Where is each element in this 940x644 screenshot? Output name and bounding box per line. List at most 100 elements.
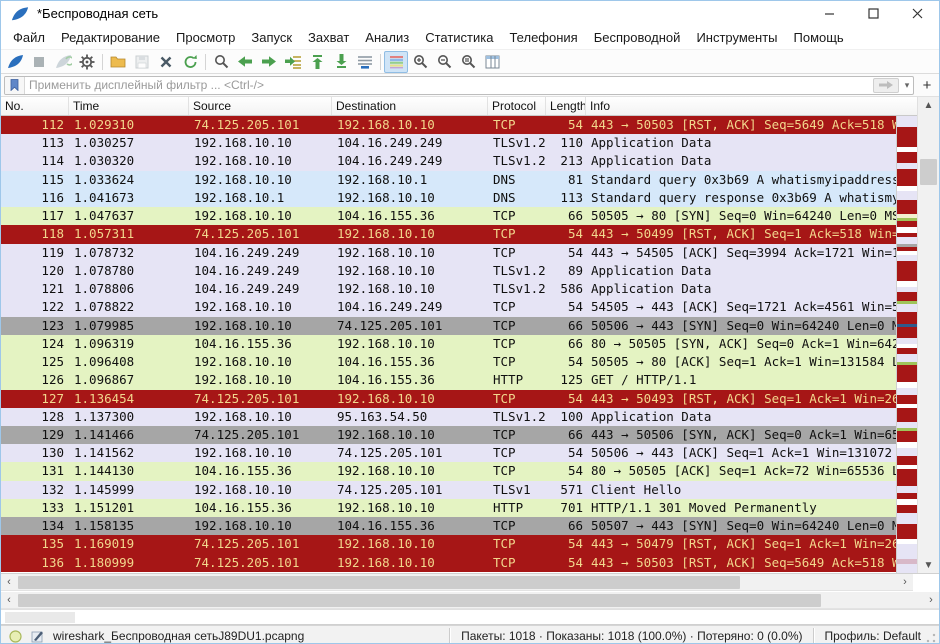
packet-row-116[interactable]: 1161.041673192.168.10.1192.168.10.10DNS1… [1,189,939,207]
packet-row-134[interactable]: 1341.158135192.168.10.10104.16.155.36TCP… [1,517,939,535]
menu-item-8[interactable]: Телефония [501,27,585,48]
go-to-packet-button[interactable] [281,51,305,73]
column-header-info[interactable]: Info [586,97,939,115]
find-packet-button[interactable] [209,51,233,73]
packet-list-pane: No.TimeSourceDestinationProtocolLengthIn… [1,97,939,574]
column-header-destination[interactable]: Destination [332,97,488,115]
packet-row-114[interactable]: 1141.030320192.168.10.10104.16.249.249TL… [1,152,939,170]
menu-item-11[interactable]: Помощь [786,27,852,48]
menu-item-5[interactable]: Захват [300,27,357,48]
packet-row-133[interactable]: 1331.151201104.16.155.36192.168.10.10HTT… [1,499,939,517]
vertical-scrollbar[interactable]: ▲ ▼ [917,97,939,573]
resize-columns-button[interactable] [480,51,504,73]
auto-scroll-button[interactable] [353,51,377,73]
menu-item-1[interactable]: Файл [5,27,53,48]
zoom-in-button[interactable] [408,51,432,73]
menu-item-6[interactable]: Анализ [357,27,417,48]
filter-bookmark-icon[interactable] [5,77,25,94]
packet-list-hscrollbar[interactable]: ‹ › [1,574,913,591]
packet-row-135[interactable]: 1351.16901974.125.205.101192.168.10.10TC… [1,535,939,553]
filter-dropdown-button[interactable]: ▾ [901,77,913,94]
column-header-length[interactable]: Length [546,97,586,115]
go-back-button[interactable] [233,51,257,73]
find-packet-icon [214,54,229,69]
packet-row-124[interactable]: 1241.096319104.16.155.36192.168.10.10TCP… [1,335,939,353]
close-file-button[interactable] [154,51,178,73]
maximize-button[interactable] [851,1,895,26]
packet-row-123[interactable]: 1231.079985192.168.10.1074.125.205.101TC… [1,317,939,335]
column-header-time[interactable]: Time [69,97,189,115]
packet-src-cell: 192.168.10.10 [189,481,332,499]
capture-options-button[interactable] [75,51,99,73]
close-button[interactable] [895,1,939,26]
packet-row-129[interactable]: 1291.14146674.125.205.101192.168.10.10TC… [1,426,939,444]
packet-row-136[interactable]: 1361.18099974.125.205.101192.168.10.10TC… [1,554,939,572]
menu-item-10[interactable]: Инструменты [688,27,785,48]
packet-len-cell: 54 [546,462,586,480]
secondary-hscrollbar[interactable]: ‹ › [1,592,939,609]
packet-info-cell: 443 → 54505 [ACK] Seq=3994 Ack=1721 Win=… [586,244,939,262]
hscroll-left-arrow-icon[interactable]: ‹ [1,574,17,590]
minimap-stripe [897,544,917,558]
profile-label[interactable]: Профиль: Default [815,629,926,643]
packet-row-121[interactable]: 1211.078806104.16.249.249192.168.10.10TL… [1,280,939,298]
packet-no-cell: 124 [1,335,69,353]
hscroll2-right-arrow-icon[interactable]: › [923,592,939,608]
hscroll-right-arrow-icon[interactable]: › [897,574,913,590]
menu-item-2[interactable]: Редактирование [53,27,168,48]
packet-row-132[interactable]: 1321.145999192.168.10.1074.125.205.101TL… [1,481,939,499]
packet-row-122[interactable]: 1221.078822192.168.10.10104.16.249.249TC… [1,298,939,316]
start-capture-button[interactable] [3,51,27,73]
packet-row-118[interactable]: 1181.05731174.125.205.101192.168.10.10TC… [1,225,939,243]
column-header-protocol[interactable]: Protocol [488,97,546,115]
hscroll2-left-arrow-icon[interactable]: ‹ [1,592,17,608]
packet-row-117[interactable]: 1171.047637192.168.10.10104.16.155.36TCP… [1,207,939,225]
menu-item-4[interactable]: Запуск [243,27,300,48]
go-last-packet-button[interactable] [329,51,353,73]
column-header-source[interactable]: Source [189,97,332,115]
restart-capture-button[interactable] [51,51,75,73]
reload-file-button[interactable] [178,51,202,73]
menu-item-7[interactable]: Статистика [417,27,501,48]
packet-proto-cell: DNS [488,171,546,189]
packet-proto-cell: TCP [488,426,546,444]
menu-item-3[interactable]: Просмотр [168,27,243,48]
packet-row-131[interactable]: 1311.144130104.16.155.36192.168.10.10TCP… [1,462,939,480]
colorize-packets-button[interactable] [384,51,408,73]
menu-item-9[interactable]: Беспроводной [586,27,689,48]
go-forward-button[interactable] [257,51,281,73]
go-first-packet-button[interactable] [305,51,329,73]
minimap-stripe [897,312,917,323]
packet-minimap-scrollbar[interactable] [896,116,917,573]
hscroll-thumb[interactable] [18,576,740,589]
packet-row-113[interactable]: 1131.030257192.168.10.10104.16.249.249TL… [1,134,939,152]
open-file-button[interactable] [106,51,130,73]
minimize-button[interactable] [807,1,851,26]
packet-row-127[interactable]: 1271.13645474.125.205.101192.168.10.10TC… [1,390,939,408]
filter-add-button[interactable]: + [918,76,936,95]
close-file-icon [159,55,173,69]
packet-row-125[interactable]: 1251.096408192.168.10.10104.16.155.36TCP… [1,353,939,371]
zoom-out-button[interactable] [432,51,456,73]
filter-apply-button[interactable] [873,78,899,93]
packet-row-128[interactable]: 1281.137300192.168.10.1095.163.54.50TLSv… [1,408,939,426]
capture-comment-icon[interactable] [31,630,44,643]
hscroll2-thumb[interactable] [18,594,821,607]
packet-row-130[interactable]: 1301.141562192.168.10.1074.125.205.101TC… [1,444,939,462]
scroll-down-arrow-icon[interactable]: ▼ [918,557,939,573]
save-file-button[interactable] [130,51,154,73]
vertical-scrollbar-thumb[interactable] [920,159,937,185]
packet-info-cell: 80 → 50505 [ACK] Seq=1 Ack=72 Win=65536 … [586,462,939,480]
resize-grip[interactable] [925,632,937,644]
scroll-up-arrow-icon[interactable]: ▲ [918,97,939,113]
column-header-no[interactable]: No. [1,97,69,115]
packet-row-126[interactable]: 1261.096867192.168.10.10104.16.155.36HTT… [1,371,939,389]
stop-capture-button[interactable] [27,51,51,73]
packet-row-119[interactable]: 1191.078732104.16.249.249192.168.10.10TC… [1,244,939,262]
packet-row-120[interactable]: 1201.078780104.16.249.249192.168.10.10TL… [1,262,939,280]
packet-row-115[interactable]: 1151.033624192.168.10.10192.168.10.1DNS8… [1,171,939,189]
expert-info-icon[interactable] [9,630,22,643]
zoom-normal-button[interactable] [456,51,480,73]
packet-row-112[interactable]: 1121.02931074.125.205.101192.168.10.10TC… [1,116,939,134]
display-filter-input[interactable] [25,77,873,94]
